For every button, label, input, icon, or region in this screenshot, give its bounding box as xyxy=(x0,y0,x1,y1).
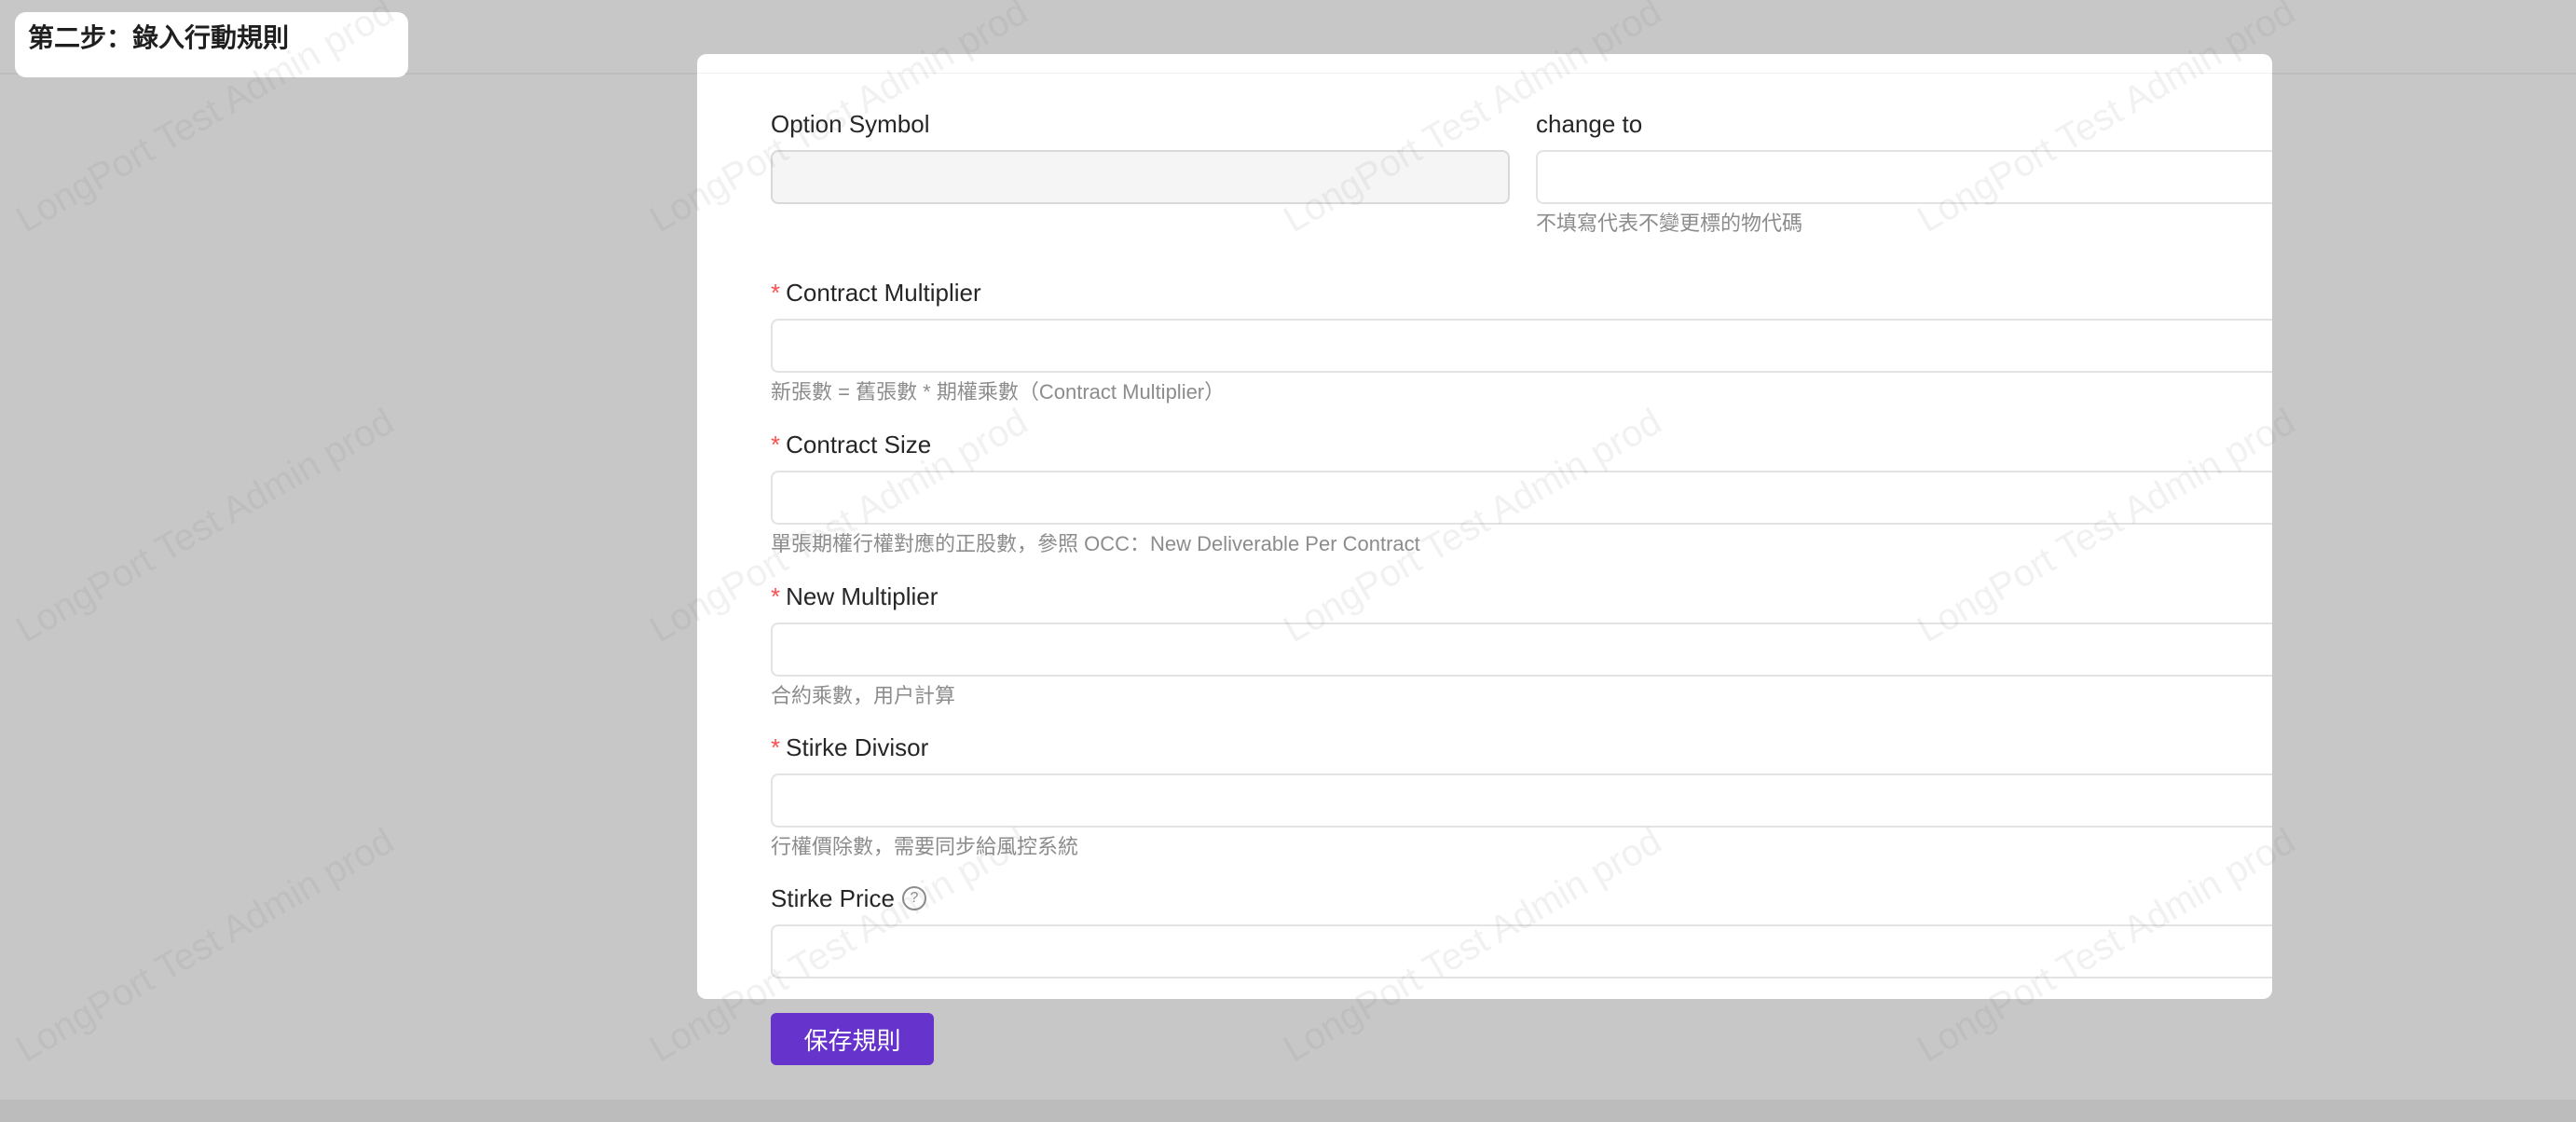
option-symbol-label: Option Symbol xyxy=(771,110,930,139)
strike-price-label: Stirke Price? xyxy=(771,884,926,913)
contract-multiplier-label: * Contract Multiplier xyxy=(771,279,981,308)
form-panel: Option Symbol change to 不填寫代表不變更標的物代碼 * C… xyxy=(697,54,2272,999)
bottom-bar xyxy=(0,1100,2576,1122)
save-rule-button[interactable]: 保存規則 xyxy=(771,1013,934,1065)
new-multiplier-input[interactable] xyxy=(771,623,2272,677)
required-mark: * xyxy=(771,733,781,761)
change-to-input[interactable] xyxy=(1536,150,2272,204)
watermark-text: LongPort Test Admin prod xyxy=(9,820,401,1071)
strike-divisor-input[interactable] xyxy=(771,773,2272,828)
question-circle-icon[interactable]: ? xyxy=(901,886,926,911)
required-mark: * xyxy=(771,582,781,610)
panel-divider xyxy=(697,73,2272,74)
strike-divisor-label: * Stirke Divisor xyxy=(771,733,928,762)
new-multiplier-label: * New Multiplier xyxy=(771,582,938,611)
change-to-help: 不填寫代表不變更標的物代碼 xyxy=(1536,212,1803,235)
strike-price-input[interactable] xyxy=(771,924,2272,978)
step-title: 第二步：錄入行動規則 xyxy=(28,23,290,52)
required-mark: * xyxy=(771,431,781,458)
new-multiplier-help: 合約乘數，用户計算 xyxy=(771,684,956,707)
contract-size-help: 單張期權行權對應的正股數，參照 OCC：New Deliverable Per … xyxy=(771,532,1420,555)
option-symbol-label-text: Option Symbol xyxy=(771,110,930,138)
contract-size-input[interactable] xyxy=(771,471,2272,525)
contract-multiplier-help: 新張數 = 舊張數 * 期權乘數（Contract Multiplier） xyxy=(771,380,1226,404)
step-header-card: 第二步：錄入行動規則 xyxy=(15,12,408,77)
contract-size-label-text: Contract Size xyxy=(786,431,932,458)
change-to-label: change to xyxy=(1536,110,1642,139)
watermark-text: LongPort Test Admin prod xyxy=(9,401,401,651)
strike-price-label-text: Stirke Price xyxy=(771,884,895,912)
contract-multiplier-label-text: Contract Multiplier xyxy=(786,279,981,307)
contract-multiplier-input[interactable] xyxy=(771,319,2272,373)
new-multiplier-label-text: New Multiplier xyxy=(786,582,939,610)
strike-divisor-help: 行權價除數，需要同步給風控系統 xyxy=(771,835,1079,858)
option-symbol-input[interactable] xyxy=(771,150,1510,204)
change-to-label-text: change to xyxy=(1536,110,1643,138)
required-mark: * xyxy=(771,279,781,307)
strike-divisor-label-text: Stirke Divisor xyxy=(786,733,929,761)
contract-size-label: * Contract Size xyxy=(771,431,931,459)
